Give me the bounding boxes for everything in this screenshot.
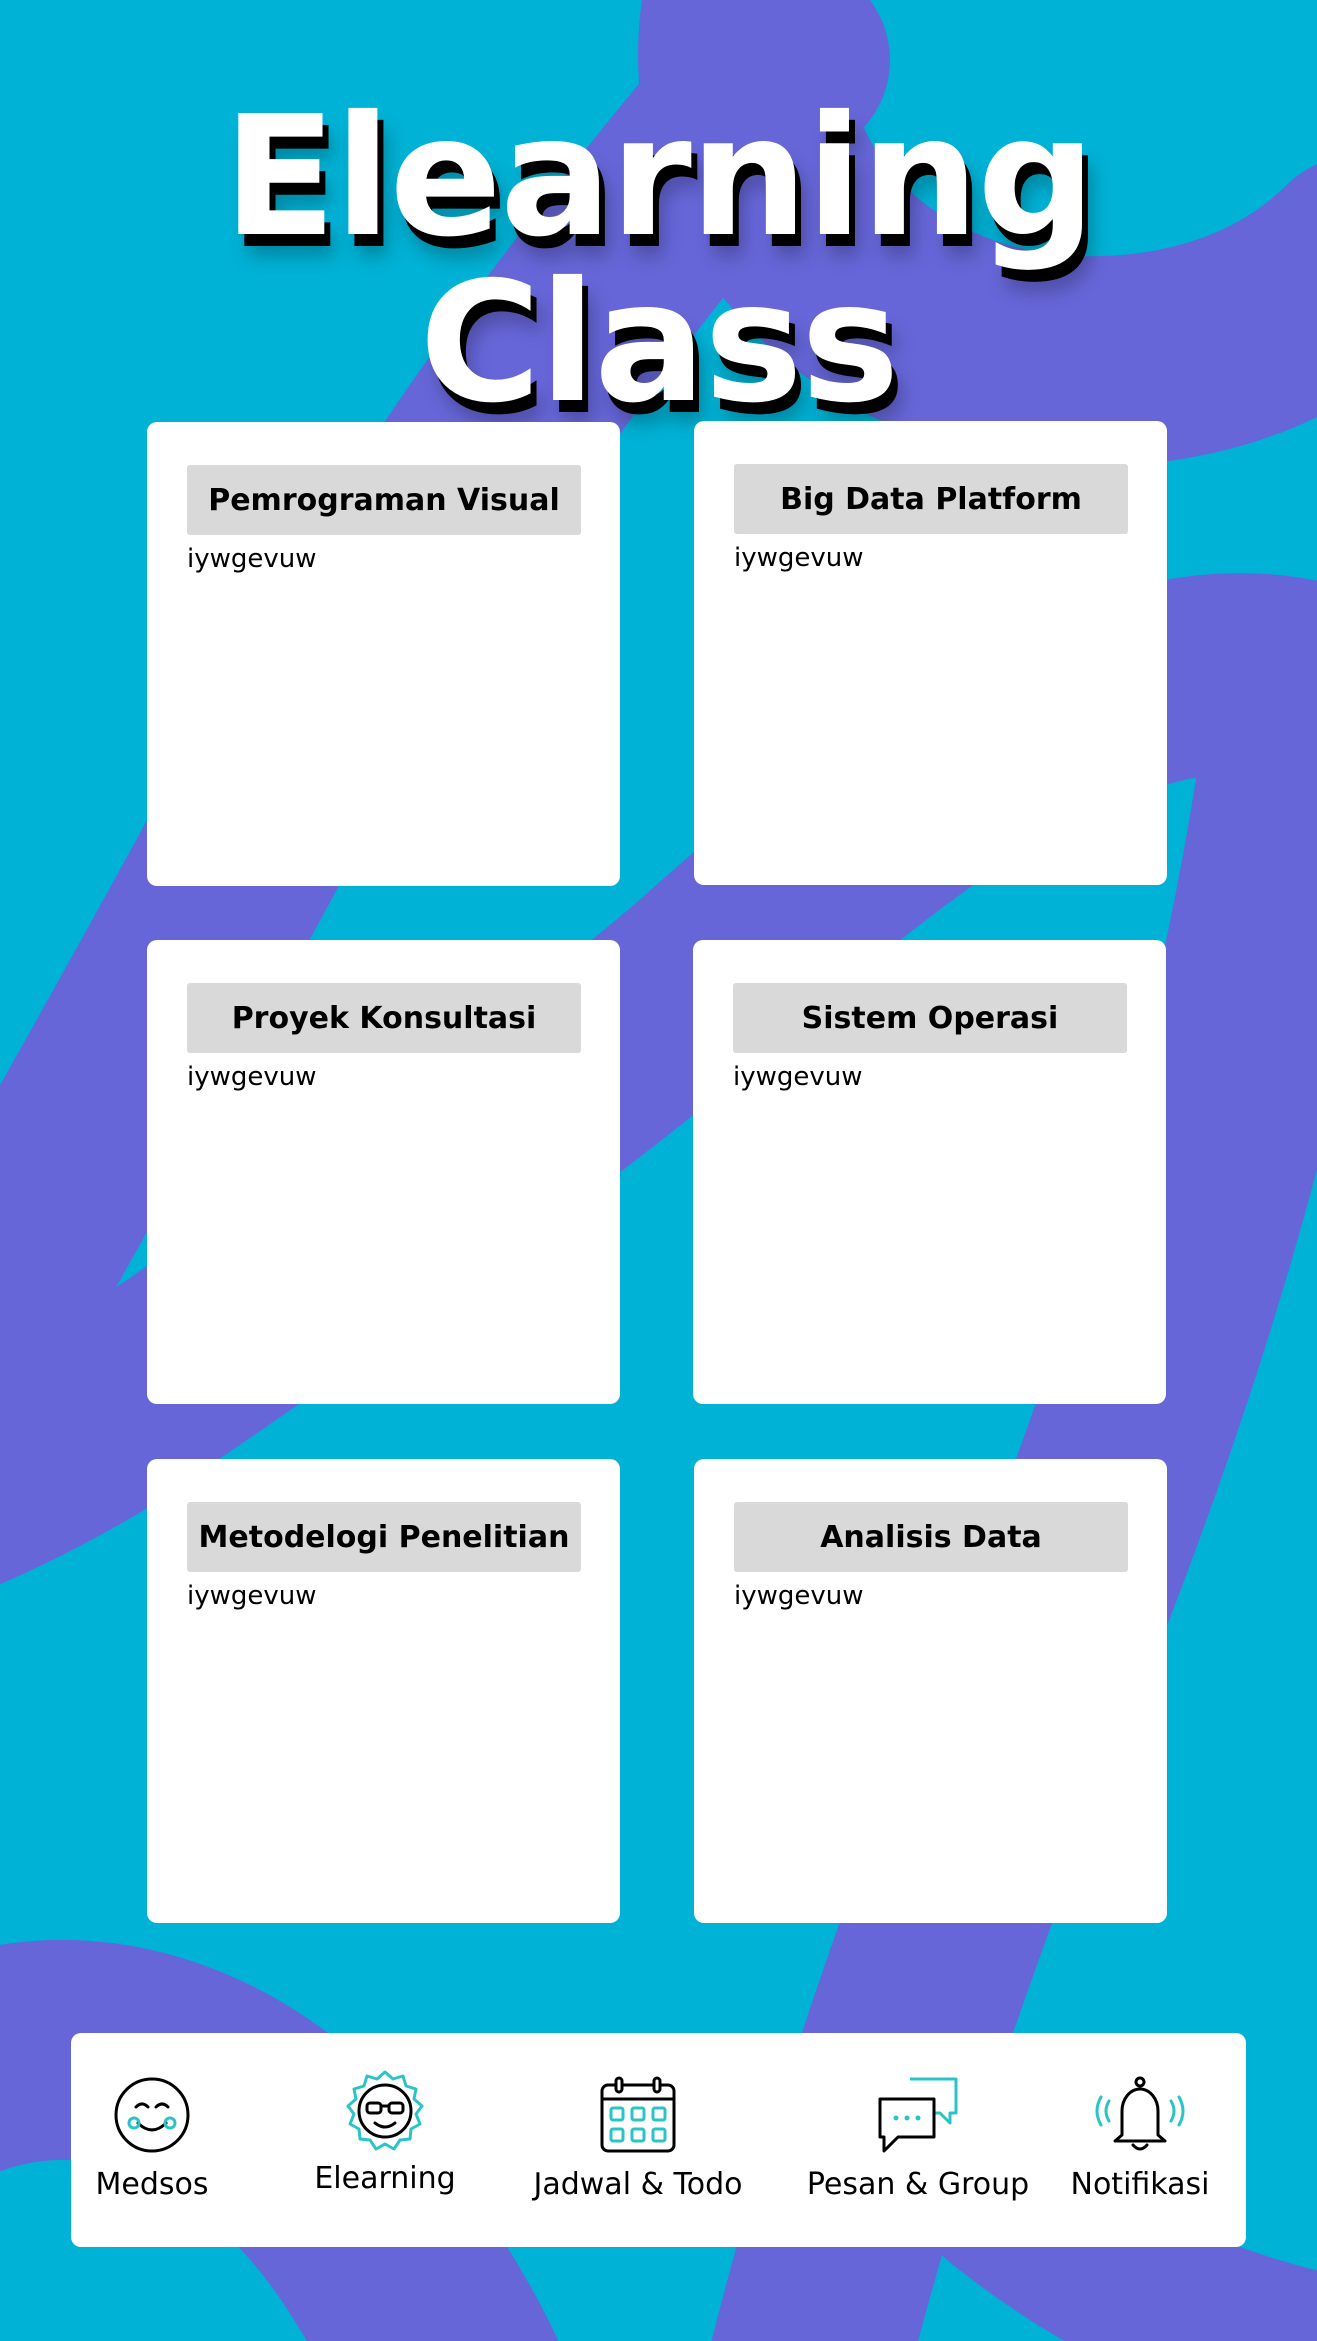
course-card-1[interactable]: Pemrograman Visual iywgevuw (147, 422, 620, 886)
course-title: Sistem Operasi (733, 983, 1127, 1053)
nav-item-pesan-group[interactable]: Pesan & Group (806, 2075, 1030, 2202)
course-card-6[interactable]: Analisis Data iywgevuw (694, 1459, 1167, 1923)
course-subtitle: iywgevuw (187, 544, 317, 574)
smiley-icon (114, 2077, 190, 2153)
course-title: Metodelogi Penelitian (187, 1502, 581, 1572)
course-title: Pemrograman Visual (187, 465, 581, 535)
nav-label-jadwal-todo: Jadwal & Todo (533, 2167, 743, 2202)
calendar-icon (600, 2076, 676, 2153)
course-subtitle: iywgevuw (734, 1581, 864, 1611)
course-title: Proyek Konsultasi (187, 983, 581, 1053)
course-title: Big Data Platform (734, 464, 1128, 534)
nav-label-pesan-group: Pesan & Group (806, 2167, 1030, 2202)
course-subtitle: iywgevuw (187, 1581, 317, 1611)
nav-item-jadwal-todo[interactable]: Jadwal & Todo (531, 2075, 745, 2202)
course-subtitle: iywgevuw (187, 1062, 317, 1092)
course-card-5[interactable]: Metodelogi Penelitian iywgevuw (147, 1459, 620, 1923)
nav-item-medsos[interactable]: Medsos (81, 2075, 223, 2202)
nav-label-elearning: Elearning (314, 2161, 456, 2196)
course-card-2[interactable]: Big Data Platform iywgevuw (694, 421, 1167, 885)
page-title: Elearning Class (223, 81, 1096, 440)
course-title: Analisis Data (734, 1502, 1128, 1572)
nerd-face-icon (346, 2070, 424, 2151)
nav-item-elearning[interactable]: Elearning (314, 2070, 456, 2196)
nav-item-notifikasi[interactable]: Notifikasi (1070, 2075, 1210, 2202)
chat-bubbles-icon (878, 2077, 958, 2153)
course-card-4[interactable]: Sistem Operasi iywgevuw (693, 940, 1166, 1404)
bottom-nav: Medsos Elearning Jadwal & Todo Pesan & G… (71, 2033, 1246, 2247)
course-card-3[interactable]: Proyek Konsultasi iywgevuw (147, 940, 620, 1404)
bell-icon (1095, 2076, 1185, 2151)
course-subtitle: iywgevuw (734, 543, 864, 573)
nav-label-notifikasi: Notifikasi (1070, 2167, 1210, 2202)
nav-label-medsos: Medsos (95, 2167, 209, 2202)
course-subtitle: iywgevuw (733, 1062, 863, 1092)
